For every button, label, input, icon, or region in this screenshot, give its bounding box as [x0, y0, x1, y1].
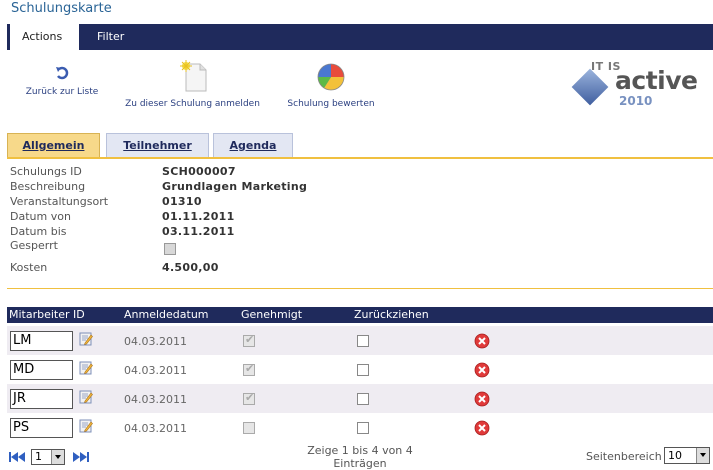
logo-line2: active [615, 66, 698, 95]
back-to-list-button[interactable]: Zurück zur Liste [24, 66, 100, 97]
registration-date: 04.03.2011 [124, 335, 187, 348]
employee-id-value: JR [13, 391, 26, 406]
registration-date: 04.03.2011 [124, 393, 187, 406]
check-icon: ✔ [245, 333, 255, 346]
label-beschreibung: Beschreibung [10, 180, 86, 193]
table-row: JR 04.03.2011 ✔ [7, 384, 713, 413]
register-training-button[interactable]: Zu dieser Schulung anmelden [120, 60, 265, 109]
tab-allgemein[interactable]: Allgemein [7, 133, 100, 157]
withdraw-checkbox[interactable] [357, 364, 369, 376]
label-kosten: Kosten [10, 261, 48, 274]
it-is-active-logo: IT IS active 2010 [571, 60, 698, 110]
edit-icon[interactable] [79, 390, 93, 404]
tab-agenda[interactable]: Agenda [213, 133, 293, 157]
value-veranstaltungsort: 01310 [162, 195, 202, 208]
back-arrow-icon [56, 66, 69, 80]
tab-divider [7, 157, 713, 159]
table-row: LM 04.03.2011 ✔ [7, 326, 713, 355]
approved-checkbox: ✔ [243, 391, 255, 405]
employee-id-value: MD [13, 362, 35, 377]
label-datum-von: Datum von [10, 210, 71, 223]
logo-diamond-icon [571, 68, 609, 106]
nav-tab-actions[interactable]: Actions [10, 24, 80, 52]
top-nav-bar: Actions Filter [7, 24, 713, 52]
logo-year: 2010 [619, 94, 653, 108]
label-datum-bis: Datum bis [10, 225, 67, 238]
col-genehmigt[interactable]: Genehmigt [241, 307, 302, 323]
label-gesperrt: Gesperrt [10, 239, 58, 252]
check-icon: ✔ [245, 362, 255, 375]
delete-icon[interactable] [474, 362, 490, 378]
rate-training-label: Schulung bewerten [287, 99, 375, 109]
approved-checkbox: ✔ [243, 362, 255, 376]
employee-id-value: PS [13, 420, 30, 435]
delete-icon[interactable] [474, 420, 490, 436]
participants-table-header: Mitarbeiter ID Anmeldedatum Genehmigt Zu… [7, 307, 713, 323]
pie-chart-icon [317, 63, 345, 91]
page-number-value: 1 [35, 450, 42, 463]
label-veranstaltungsort: Veranstaltungsort [10, 195, 109, 208]
page-size-label: Seitenbereich [586, 450, 662, 463]
rate-training-button[interactable]: Schulung bewerten [284, 62, 378, 109]
check-icon: ✔ [245, 391, 255, 404]
delete-icon[interactable] [474, 391, 490, 407]
back-to-list-label: Zurück zur Liste [25, 87, 99, 97]
value-kosten: 4.500,00 [162, 261, 219, 274]
value-beschreibung: Grundlagen Marketing [162, 180, 308, 193]
approved-checkbox: ✔ [243, 333, 255, 347]
page-title: Schulungskarte [11, 1, 112, 16]
employee-id-value: LM [13, 333, 32, 348]
delete-icon[interactable] [474, 333, 490, 349]
pager-info-text: Zeige 1 bis 4 von 4 Einträgen [307, 444, 413, 470]
value-datum-bis: 03.11.2011 [162, 225, 235, 238]
col-zurueckziehen[interactable]: Zurückziehen [354, 307, 429, 323]
tab-teilnehmer[interactable]: Teilnehmer [106, 133, 209, 157]
chevron-down-icon [51, 450, 64, 464]
value-schulungs-id: SCH000007 [162, 165, 236, 178]
withdraw-checkbox[interactable] [357, 393, 369, 405]
last-page-icon[interactable] [70, 452, 90, 462]
chevron-down-icon [696, 448, 709, 463]
col-mitarbeiter-id[interactable]: Mitarbeiter ID [9, 307, 85, 323]
withdraw-checkbox[interactable] [357, 422, 369, 434]
nav-tab-filter[interactable]: Filter [85, 24, 136, 50]
new-document-icon [179, 60, 206, 92]
first-page-icon[interactable] [8, 452, 28, 462]
employee-id-input[interactable]: LM [10, 331, 73, 351]
gesperrt-checkbox [164, 243, 176, 255]
page-size-value: 10 [668, 449, 682, 462]
employee-id-input[interactable]: MD [10, 360, 73, 380]
employee-id-input[interactable]: PS [10, 418, 73, 438]
page-size-select[interactable]: 10 [664, 447, 710, 464]
registration-date: 04.03.2011 [124, 422, 187, 435]
edit-icon[interactable] [79, 332, 93, 346]
approved-checkbox [243, 422, 255, 434]
section-divider [7, 288, 713, 289]
page-number-select[interactable]: 1 [31, 449, 65, 465]
col-anmeldedatum[interactable]: Anmeldedatum [124, 307, 209, 323]
label-schulungs-id: Schulungs ID [10, 165, 82, 178]
registration-date: 04.03.2011 [124, 364, 187, 377]
register-training-label: Zu dieser Schulung anmelden [125, 99, 260, 109]
employee-id-input[interactable]: JR [10, 389, 73, 409]
withdraw-checkbox[interactable] [357, 335, 369, 347]
edit-icon[interactable] [79, 419, 93, 433]
table-row: MD 04.03.2011 ✔ [7, 355, 713, 384]
table-row: PS 04.03.2011 [7, 413, 713, 442]
value-datum-von: 01.11.2011 [162, 210, 235, 223]
edit-icon[interactable] [79, 361, 93, 375]
